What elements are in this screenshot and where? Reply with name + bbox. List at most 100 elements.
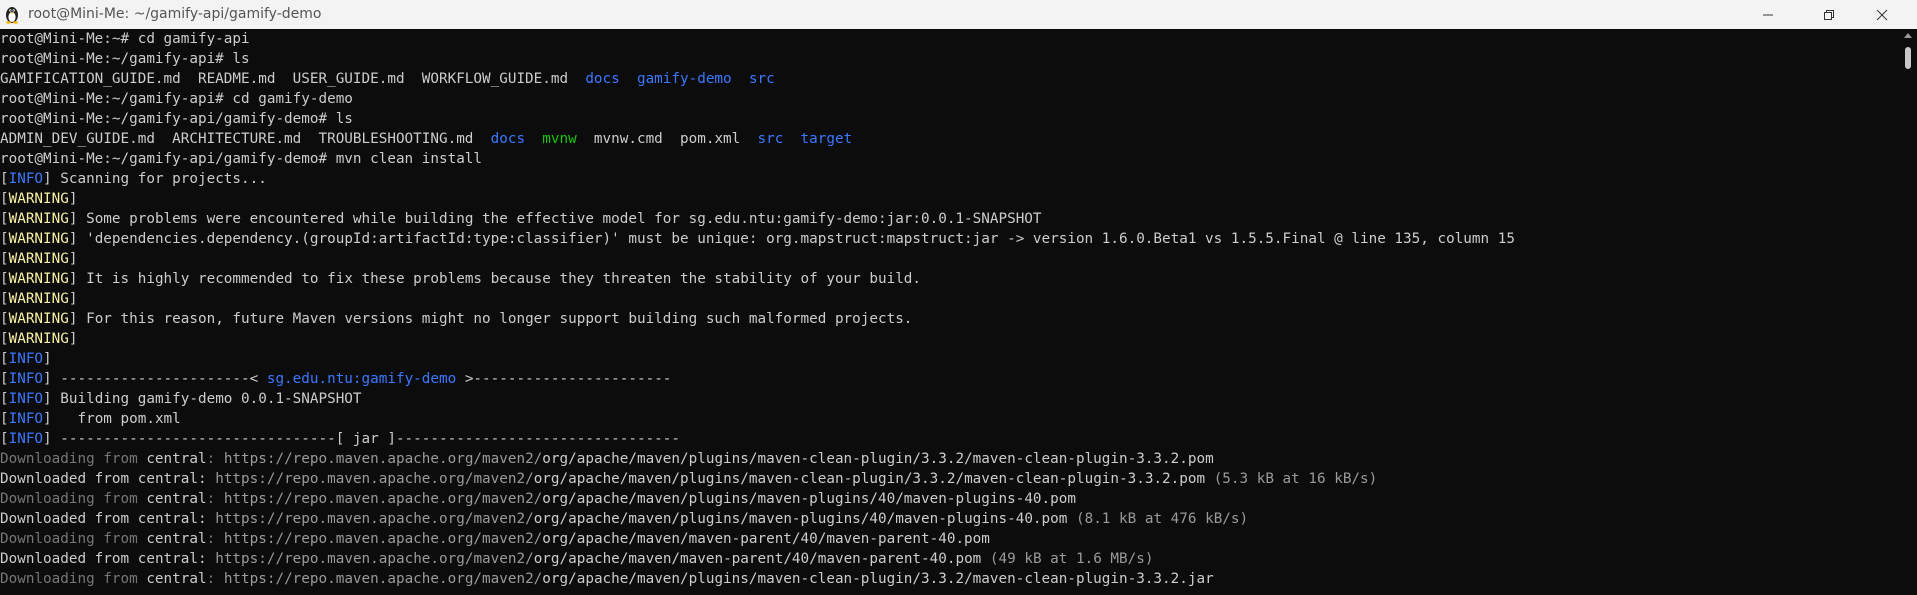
terminal-text-segment: [ [0,371,9,387]
terminal-text-segment: ] [43,351,52,367]
terminal-line: [WARNING] 'dependencies.dependency.(grou… [0,229,1900,249]
terminal-text-segment: ADMIN_DEV_GUIDE.md ARCHITECTURE.md TROUB… [0,131,491,147]
terminal-text-segment: WARNING [8,291,69,307]
terminal-text-segment: Downloading from [0,451,147,467]
terminal-text-segment: https://repo.maven.apache.org/maven2/ [215,471,534,487]
terminal-text-segment: [ [0,171,9,187]
terminal-line: Downloading from central: https://repo.m… [0,529,1900,549]
restore-icon [1824,9,1834,20]
terminal-text-segment: mvnw [542,131,577,147]
close-icon [1876,9,1888,20]
terminal-text-segment: src [757,131,784,147]
terminal-line: [WARNING] Some problems were encountered… [0,209,1900,229]
terminal-text-segment: GAMIFICATION_GUIDE.md README.md USER_GUI… [0,71,586,87]
terminal-text-segment: ] It is highly recommended to fix these … [68,271,922,287]
terminal-text-segment: : [198,511,216,527]
terminal-text-segment: root@Mini-Me:~/gamify-api# ls [0,51,250,67]
terminal-line: [INFO] --------------------------------[… [0,429,1900,449]
terminal-text-segment: central [146,531,207,547]
terminal-text-segment: org/apache/maven/plugins/maven-plugins/4… [533,511,1068,527]
terminal-text-segment: https://repo.maven.apache.org/maven2/ [223,451,543,467]
terminal-text-segment: docs [490,131,526,147]
terminal-text-segment: central [137,471,198,487]
terminal-text-segment: https://repo.maven.apache.org/maven2/ [223,531,543,547]
terminal-text-segment: central [146,451,207,467]
terminal-text-segment: Downloaded from [0,471,138,487]
terminal-text-segment: root@Mini-Me:~/gamify-api# cd gamify-dem… [0,91,353,107]
terminal-text-segment: [ [0,351,9,367]
terminal-text-segment: [ [0,211,9,227]
terminal-line: Downloaded from central: https://repo.ma… [0,469,1900,489]
terminal-text-segment: INFO [8,411,44,427]
terminal-text-segment: https://repo.maven.apache.org/maven2/ [223,571,543,587]
terminal-text-segment: org/apache/maven/plugins/maven-clean-plu… [533,471,1206,487]
terminal-text-segment: INFO [8,371,44,387]
terminal-text-segment: [ [0,331,9,347]
title-bar[interactable]: root@Mini-Me: ~/gamify-api/gamify-demo [0,0,1917,29]
terminal-text-segment: central [137,511,198,527]
minimize-icon [1763,14,1773,15]
restore-button[interactable] [1806,0,1852,29]
terminal-text-segment: ] [68,291,78,307]
terminal-text-segment: : [198,551,216,567]
window-title: root@Mini-Me: ~/gamify-api/gamify-demo [28,6,322,22]
terminal-text-segment: ] ----------------------< [43,371,267,387]
terminal-text-segment: [ [0,231,9,247]
terminal-text-segment: INFO [8,351,44,367]
terminal-text-segment: ] 'dependencies.dependency.(groupId:arti… [68,231,1515,247]
terminal-text-segment: ] [68,191,78,207]
terminal-text-segment: [ [0,251,9,267]
terminal-line: [WARNING] [0,289,1900,309]
vertical-scrollbar[interactable] [1900,29,1917,595]
close-button[interactable] [1859,0,1905,29]
terminal-text-segment: Downloaded from [0,551,138,567]
terminal-line: [INFO] Scanning for projects... [0,169,1900,189]
terminal-text-segment: [ [0,291,9,307]
terminal-line: Downloading from central: https://repo.m… [0,569,1900,589]
terminal-text-segment: Downloading from [0,491,147,507]
terminal-text-segment: [ [0,271,9,287]
terminal-line: [INFO] Building gamify-demo 0.0.1-SNAPSH… [0,389,1900,409]
terminal-line: root@Mini-Me:~# cd gamify-api [0,29,1900,49]
terminal-text-segment: (49 kB at 1.6 MB/s) [981,551,1154,567]
terminal-line: Downloaded from central: https://repo.ma… [0,549,1900,569]
terminal-text-segment: WARNING [8,271,69,287]
terminal-text-segment: src [748,71,775,87]
terminal-line: Downloading from central: https://repo.m… [0,489,1900,509]
terminal-text-segment: : [206,531,224,547]
terminal-text-segment: mvnw.cmd pom.xml [576,131,758,147]
scrollbar-thumb[interactable] [1905,47,1911,69]
terminal-line: [INFO] from pom.xml [0,409,1900,429]
terminal-text-segment: [ [0,311,9,327]
terminal-text-segment: INFO [8,431,44,447]
terminal-text-segment: WARNING [8,311,69,327]
terminal-text-segment: [ [0,411,9,427]
terminal-text-segment: ] Some problems were encountered while b… [68,211,1042,227]
terminal-line: [WARNING] [0,189,1900,209]
terminal-text-segment: (8.1 kB at 476 kB/s) [1067,511,1249,527]
terminal-text-segment: Downloading from [0,571,147,587]
terminal-line: [INFO] ----------------------< sg.edu.nt… [0,369,1900,389]
terminal-text-segment: ] [68,251,78,267]
terminal-text-segment: ] [68,331,78,347]
scroll-up-arrow-icon[interactable] [1904,33,1912,38]
minimize-button[interactable] [1745,0,1791,29]
terminal-text-segment: ] from pom.xml [43,411,181,427]
terminal-text-segment: gamify-demo [636,71,732,87]
terminal-text-segment: ] For this reason, future Maven versions… [68,311,913,327]
terminal-line: root@Mini-Me:~/gamify-api/gamify-demo# l… [0,109,1900,129]
terminal-line: [WARNING] [0,329,1900,349]
terminal-text-segment: docs [585,71,620,87]
terminal-line: root@Mini-Me:~/gamify-api/gamify-demo# m… [0,149,1900,169]
terminal-text-segment: : [198,471,216,487]
terminal-line: Downloading from central: https://repo.m… [0,449,1900,469]
terminal-line: root@Mini-Me:~/gamify-api# cd gamify-dem… [0,89,1900,109]
terminal-output[interactable]: root@Mini-Me:~# cd gamify-api root@Mini-M… [0,29,1900,595]
terminal-line: Downloaded from central: https://repo.ma… [0,509,1900,529]
terminal-line: [INFO] [0,349,1900,369]
terminal-text-segment: Downloading from [0,531,147,547]
terminal-text-segment: INFO [8,391,44,407]
